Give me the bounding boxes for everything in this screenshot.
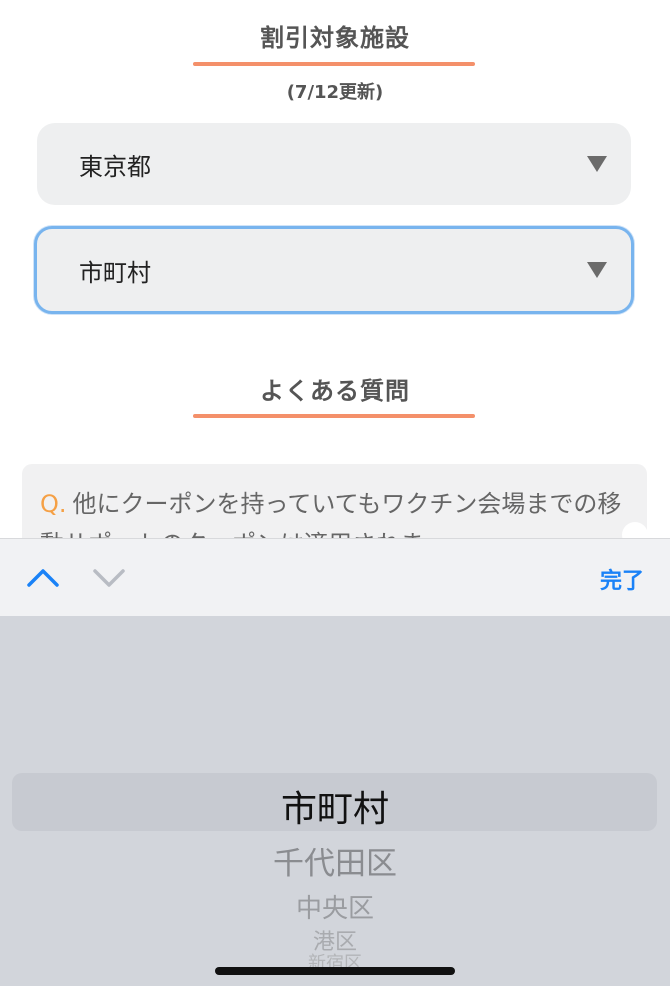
chevron-down-icon[interactable] bbox=[92, 561, 126, 595]
done-button[interactable]: 完了 bbox=[600, 563, 644, 595]
facilities-title-underline bbox=[193, 62, 475, 66]
picker-option[interactable]: 中央区 bbox=[0, 888, 670, 925]
caret-down-icon bbox=[587, 262, 607, 278]
faq-q-prefix: Q. bbox=[40, 490, 67, 518]
prefecture-select[interactable]: 東京都 bbox=[37, 123, 631, 205]
municipality-select-value: 市町村 bbox=[79, 258, 151, 287]
chevron-up-icon[interactable] bbox=[26, 561, 60, 595]
facilities-title: 割引対象施設 bbox=[260, 24, 410, 52]
picker-option[interactable]: 千代田区 bbox=[0, 838, 670, 883]
prefecture-select-value: 東京都 bbox=[79, 152, 151, 181]
faq-title-underline bbox=[193, 414, 475, 418]
caret-down-icon bbox=[587, 156, 607, 172]
picker-wheel[interactable]: 市町村 千代田区 中央区 港区 新宿区 bbox=[0, 616, 670, 986]
picker-option-selected[interactable]: 市町村 bbox=[0, 780, 670, 832]
keyboard-accessory-bar: 完了 bbox=[0, 538, 670, 616]
home-indicator bbox=[215, 967, 455, 975]
faq-title: よくある質問 bbox=[260, 377, 410, 405]
municipality-select[interactable]: 市町村 bbox=[34, 226, 634, 314]
updated-note: (7/12更新) bbox=[286, 82, 384, 103]
